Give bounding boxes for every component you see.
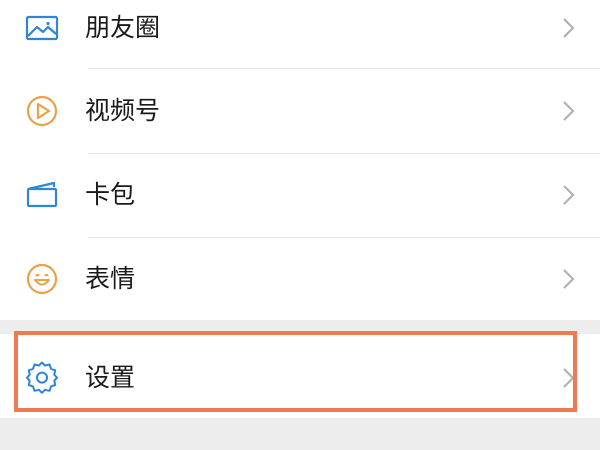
chevron-right-icon	[558, 267, 578, 291]
menu-group-settings: 设置	[0, 334, 600, 418]
card-wallet-icon	[24, 177, 60, 213]
menu-item-stickers[interactable]: 表情	[0, 237, 600, 321]
menu-item-card-wallet[interactable]: 卡包	[0, 153, 600, 237]
chevron-right-icon	[558, 99, 578, 123]
menu-item-label: 卡包	[85, 180, 136, 209]
menu-item-label: 视频号	[85, 96, 161, 125]
chevron-right-icon	[558, 366, 578, 390]
menu-item-label: 设置	[85, 363, 136, 392]
moments-icon	[24, 10, 60, 46]
chevron-right-icon	[558, 183, 578, 207]
chevron-right-icon	[558, 16, 578, 40]
channels-icon	[24, 93, 60, 129]
menu-item-label: 表情	[85, 264, 136, 293]
menu-item-settings[interactable]: 设置	[0, 334, 600, 418]
menu-group-top: 朋友圈 视频号 卡包 表情	[0, 0, 600, 320]
menu-item-moments[interactable]: 朋友圈	[0, 0, 600, 70]
menu-item-label: 朋友圈	[85, 13, 161, 42]
sticker-icon	[24, 261, 60, 297]
menu-item-channels[interactable]: 视频号	[0, 69, 600, 153]
gear-icon	[24, 359, 60, 395]
